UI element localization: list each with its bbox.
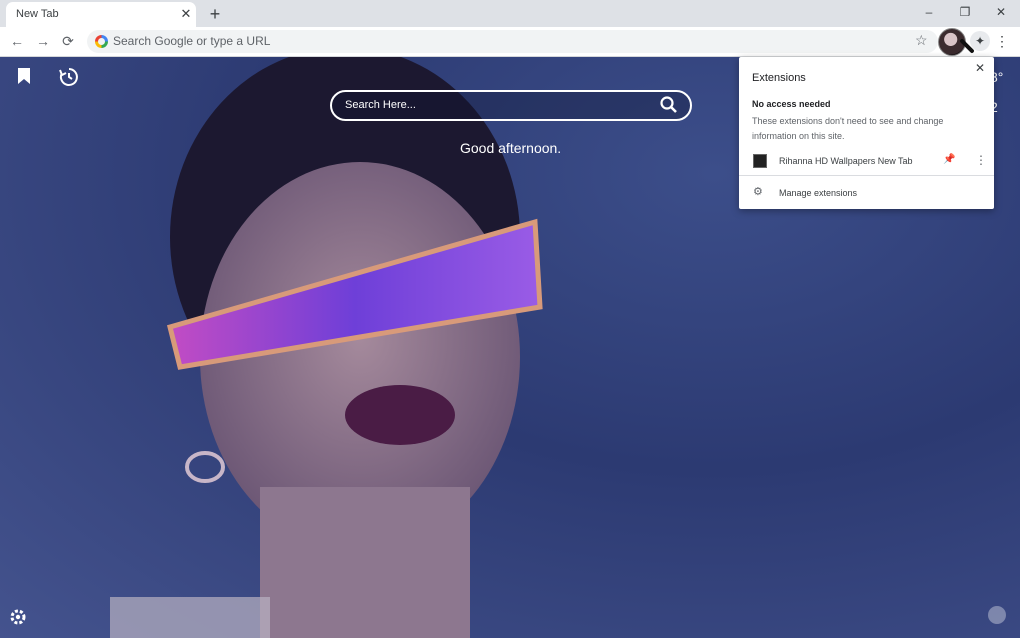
forward-button[interactable]: → xyxy=(33,31,53,51)
reload-button[interactable]: ⟳ xyxy=(58,31,78,51)
restore-button[interactable]: ❐ xyxy=(955,3,975,21)
tab-close-icon[interactable]: ✕ xyxy=(178,6,194,22)
greeting-text: Good afternoon. xyxy=(460,140,562,156)
section-heading: No access needed xyxy=(752,99,831,109)
popup-close-icon[interactable]: ✕ xyxy=(975,61,985,75)
omnibox-placeholder: Search Google or type a URL xyxy=(113,34,271,48)
minimize-button[interactable]: – xyxy=(919,3,939,21)
window-close-button[interactable]: ✕ xyxy=(991,3,1011,21)
search-placeholder: Search Here... xyxy=(345,99,416,111)
menu-icon[interactable]: ⋮ xyxy=(994,31,1010,51)
tab-title: New Tab xyxy=(16,8,59,20)
tab-new-tab[interactable]: New Tab ✕ xyxy=(6,2,196,27)
pin-icon[interactable]: 📌 xyxy=(943,154,955,165)
gear-icon: ⚙ xyxy=(753,186,763,198)
bookmark-icon[interactable] xyxy=(17,67,31,85)
extension-icon xyxy=(753,154,767,168)
toolbar: ← → ⟳ Search Google or type a URL ☆ ✦ ⋮ xyxy=(0,27,1020,57)
divider xyxy=(739,175,994,176)
manage-extensions-link[interactable]: Manage extensions xyxy=(779,188,857,198)
extension-name[interactable]: Rihanna HD Wallpapers New Tab xyxy=(779,156,913,166)
more-options-icon[interactable]: ⋮ xyxy=(975,153,987,167)
tab-strip: New Tab ✕ + – ❐ ✕ xyxy=(0,0,1020,27)
new-tab-button[interactable]: + xyxy=(205,4,225,24)
omnibox[interactable]: Search Google or type a URL ☆ xyxy=(87,30,938,53)
apps-icon[interactable] xyxy=(988,606,1006,624)
puzzle-icon[interactable]: ✦ xyxy=(970,31,990,51)
settings-icon[interactable] xyxy=(9,608,27,626)
bookmark-star-icon[interactable]: ☆ xyxy=(915,32,928,49)
search-input[interactable]: Search Here... xyxy=(330,90,692,121)
back-button[interactable]: ← xyxy=(7,31,27,51)
google-icon xyxy=(95,35,108,48)
search-icon[interactable] xyxy=(660,96,678,114)
section-description: These extensions don't need to see and c… xyxy=(752,116,944,141)
history-icon[interactable] xyxy=(59,67,79,87)
popup-title: Extensions xyxy=(752,72,806,84)
extensions-popup: Extensions ✕ No access needed These exte… xyxy=(739,57,994,209)
